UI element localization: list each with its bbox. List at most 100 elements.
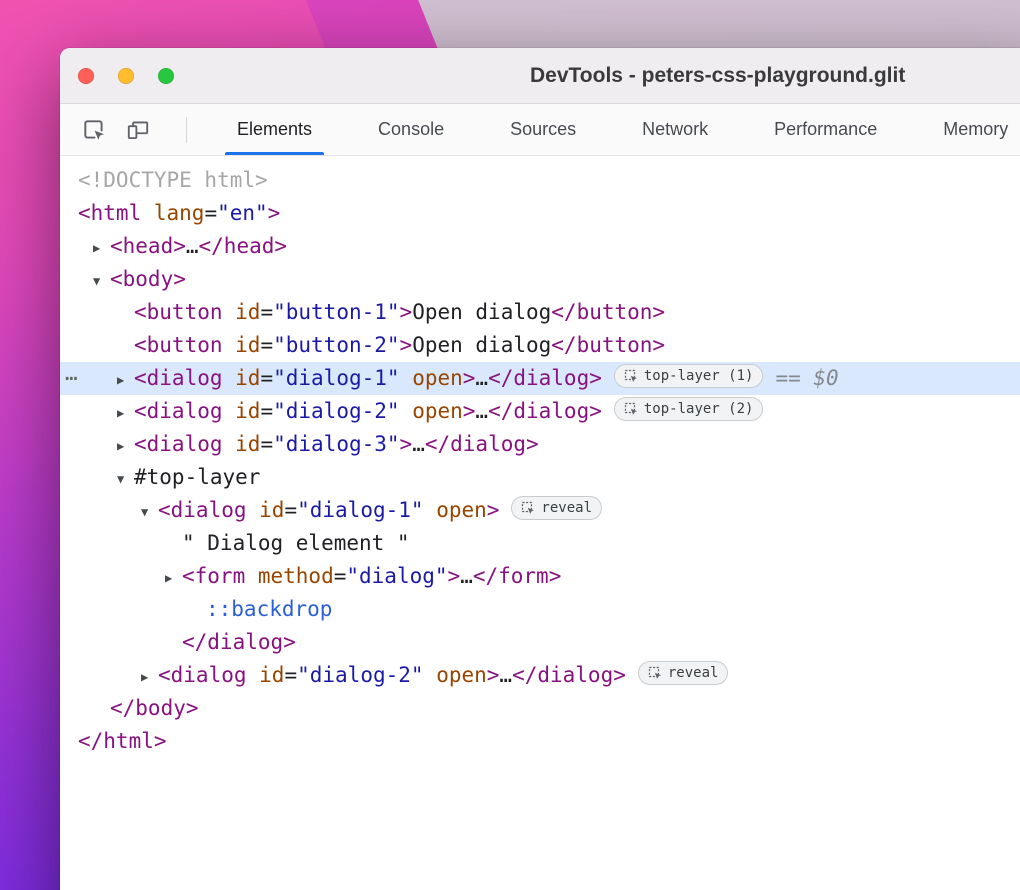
tab-console[interactable]: Console bbox=[354, 104, 468, 155]
syntax-token: </button> bbox=[551, 300, 665, 324]
dom-tree-row[interactable]: ▼<dialog id="dialog-1" open>reveal bbox=[60, 494, 1020, 527]
tab-elements[interactable]: Elements bbox=[213, 104, 336, 155]
dom-tree-row[interactable]: <!DOCTYPE html> bbox=[60, 164, 1020, 197]
dom-tree-row[interactable]: <button id="button-2">Open dialog</butto… bbox=[60, 329, 1020, 362]
dom-tree-row[interactable]: " Dialog element " bbox=[60, 527, 1020, 560]
syntax-token: open bbox=[424, 498, 487, 522]
syntax-token: … bbox=[412, 432, 425, 456]
syntax-token: <button bbox=[134, 333, 235, 357]
expand-arrow-icon[interactable]: ▶ bbox=[165, 562, 182, 595]
syntax-token: = bbox=[260, 399, 273, 423]
syntax-token: open bbox=[400, 366, 463, 390]
window-titlebar[interactable]: DevTools - peters-css-playground.glit bbox=[60, 48, 1020, 104]
expand-arrow-icon[interactable]: ▶ bbox=[93, 232, 110, 265]
syntax-token: </dialog> bbox=[488, 366, 602, 390]
expand-arrow-icon[interactable]: ▶ bbox=[117, 364, 134, 397]
syntax-token: … bbox=[186, 234, 199, 258]
dom-tree-row[interactable]: ▶<form method="dialog">…</form> bbox=[60, 560, 1020, 593]
dom-tree-row[interactable]: ▶<dialog id="dialog-2" open>…</dialog>to… bbox=[60, 395, 1020, 428]
reveal-badge[interactable]: reveal bbox=[511, 496, 602, 520]
dom-tree-row[interactable]: ▶<dialog id="dialog-2" open>…</dialog>re… bbox=[60, 659, 1020, 692]
dom-tree-row[interactable]: ▶<dialog id="dialog-3">…</dialog> bbox=[60, 428, 1020, 461]
syntax-token: > bbox=[463, 366, 476, 390]
badge-label: top-layer (1) bbox=[644, 366, 754, 386]
syntax-token: </button> bbox=[551, 333, 665, 357]
syntax-token: </html> bbox=[78, 729, 167, 753]
syntax-token: "dialog-2" bbox=[297, 663, 423, 687]
window-controls bbox=[78, 48, 198, 104]
syntax-token: > bbox=[487, 663, 500, 687]
dom-tree-row[interactable]: ▼#top-layer bbox=[60, 461, 1020, 494]
syntax-token: = bbox=[284, 498, 297, 522]
reveal-icon bbox=[648, 666, 662, 680]
syntax-token: <button bbox=[134, 300, 235, 324]
top-layer-badge[interactable]: top-layer (1) bbox=[614, 364, 764, 388]
zoom-window-button[interactable] bbox=[158, 68, 174, 84]
device-toolbar-button[interactable] bbox=[120, 112, 156, 148]
syntax-token: </dialog> bbox=[182, 630, 296, 654]
syntax-token: > bbox=[268, 201, 281, 225]
syntax-token: id bbox=[235, 399, 260, 423]
dom-tree-row[interactable]: ::backdrop bbox=[60, 593, 1020, 626]
tab-memory[interactable]: Memory bbox=[919, 104, 1020, 155]
collapse-arrow-icon[interactable]: ▼ bbox=[117, 463, 134, 496]
syntax-token: = bbox=[260, 432, 273, 456]
expand-arrow-icon[interactable]: ▶ bbox=[141, 661, 158, 694]
elements-panel: <!DOCTYPE html><html lang="en">▶<head>…<… bbox=[60, 156, 1020, 890]
syntax-token: Open dialog bbox=[412, 333, 551, 357]
syntax-token: <body> bbox=[110, 267, 186, 291]
syntax-token: id bbox=[235, 300, 260, 324]
syntax-token: <dialog bbox=[158, 498, 259, 522]
syntax-token: <dialog bbox=[158, 663, 259, 687]
syntax-token: "button-1" bbox=[273, 300, 399, 324]
syntax-token: "dialog-2" bbox=[273, 399, 399, 423]
syntax-token: > bbox=[400, 432, 413, 456]
syntax-token: > bbox=[400, 333, 413, 357]
syntax-token: "dialog" bbox=[346, 564, 447, 588]
syntax-token: <dialog bbox=[134, 432, 235, 456]
minimize-window-button[interactable] bbox=[118, 68, 134, 84]
device-toolbar-icon bbox=[125, 117, 151, 143]
devtools-toolbar: Elements Console Sources Network Performance… bbox=[60, 104, 1020, 156]
syntax-token: id bbox=[259, 663, 284, 687]
toolbar-divider bbox=[186, 117, 187, 143]
collapse-arrow-icon[interactable]: ▼ bbox=[93, 265, 110, 298]
syntax-token: … bbox=[475, 399, 488, 423]
tab-network[interactable]: Network bbox=[618, 104, 732, 155]
dom-tree-row[interactable]: </dialog> bbox=[60, 626, 1020, 659]
syntax-token: </dialog> bbox=[425, 432, 539, 456]
window-title: DevTools - peters-css-playground.glit bbox=[530, 48, 905, 104]
tab-sources[interactable]: Sources bbox=[486, 104, 600, 155]
dom-tree-row[interactable]: ▼<body> bbox=[60, 263, 1020, 296]
syntax-token: <head> bbox=[110, 234, 186, 258]
syntax-token: </dialog> bbox=[488, 399, 602, 423]
syntax-token: open bbox=[400, 399, 463, 423]
dom-tree-row[interactable]: <button id="button-1">Open dialog</butto… bbox=[60, 296, 1020, 329]
row-actions-ellipsis-icon[interactable]: ⋯ bbox=[65, 362, 78, 395]
dom-tree-row[interactable]: </body> bbox=[60, 692, 1020, 725]
collapse-arrow-icon[interactable]: ▼ bbox=[141, 496, 158, 529]
dom-tree-row[interactable]: <html lang="en"> bbox=[60, 197, 1020, 230]
syntax-token: … bbox=[460, 564, 473, 588]
reveal-icon bbox=[521, 501, 535, 515]
console-reference: $0 bbox=[813, 366, 838, 390]
syntax-token: </form> bbox=[473, 564, 562, 588]
syntax-token: "dialog-3" bbox=[273, 432, 399, 456]
syntax-token: id bbox=[235, 333, 260, 357]
syntax-token: method bbox=[258, 564, 334, 588]
tab-performance[interactable]: Performance bbox=[750, 104, 901, 155]
dom-tree-row[interactable]: ⋯▶<dialog id="dialog-1" open>…</dialog>t… bbox=[60, 362, 1020, 395]
close-window-button[interactable] bbox=[78, 68, 94, 84]
equals-annotation: == bbox=[775, 366, 813, 390]
top-layer-badge[interactable]: top-layer (2) bbox=[614, 397, 764, 421]
expand-arrow-icon[interactable]: ▶ bbox=[117, 430, 134, 463]
inspect-element-button[interactable] bbox=[76, 112, 112, 148]
syntax-token: lang bbox=[154, 201, 205, 225]
syntax-token: id bbox=[235, 366, 260, 390]
reveal-badge[interactable]: reveal bbox=[638, 661, 729, 685]
expand-arrow-icon[interactable]: ▶ bbox=[117, 397, 134, 430]
syntax-token: </body> bbox=[110, 696, 199, 720]
dom-tree-row[interactable]: </html> bbox=[60, 725, 1020, 758]
dom-tree-row[interactable]: ▶<head>…</head> bbox=[60, 230, 1020, 263]
syntax-token: = bbox=[260, 366, 273, 390]
